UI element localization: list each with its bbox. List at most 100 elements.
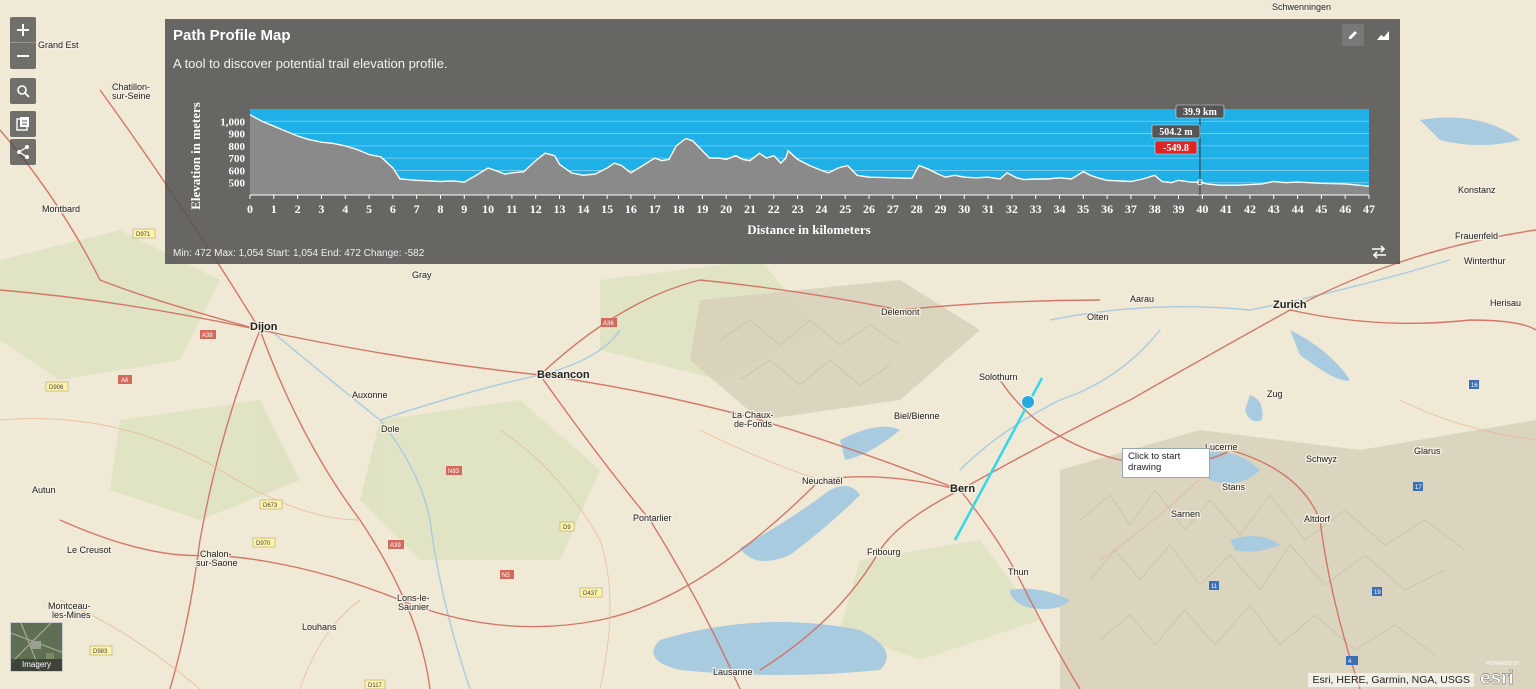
x-tick-label: 38 xyxy=(1149,202,1161,216)
x-tick-label: 24 xyxy=(815,202,827,216)
x-tick-label: 34 xyxy=(1053,202,1065,216)
panel-title: Path Profile Map xyxy=(173,27,291,44)
svg-text:19: 19 xyxy=(1374,590,1381,596)
svg-text:D117: D117 xyxy=(368,683,383,689)
svg-text:A36: A36 xyxy=(603,321,614,327)
x-tick-label: 0 xyxy=(247,202,253,216)
city-label: Zug xyxy=(1267,389,1283,399)
city-label: sur-Saone xyxy=(196,558,238,568)
city-label: Louhans xyxy=(302,622,337,632)
zoom-in-button[interactable] xyxy=(10,17,36,43)
city-label: Herisau xyxy=(1490,298,1521,308)
city-label: Frauenfeld xyxy=(1455,231,1498,241)
city-label: Besancon xyxy=(537,369,590,381)
flip-profile-button[interactable] xyxy=(1370,244,1388,260)
x-tick-label: 13 xyxy=(554,202,566,216)
search-button[interactable] xyxy=(10,78,36,104)
x-tick-label: 6 xyxy=(390,202,396,216)
x-tick-label: 9 xyxy=(461,202,467,216)
x-tick-label: 44 xyxy=(1292,202,1304,216)
x-tick-label: 4 xyxy=(342,202,348,216)
x-tick-label: 19 xyxy=(696,202,708,216)
x-tick-label: 31 xyxy=(982,202,994,216)
elevation-chart[interactable]: Elevation in meters Distance in kilomete… xyxy=(165,89,1400,239)
city-label: Pontarlier xyxy=(633,513,672,523)
city-label: Zurich xyxy=(1273,299,1307,311)
esri-wordmark: esri xyxy=(1480,668,1514,687)
panel-description: A tool to discover potential trail eleva… xyxy=(173,56,448,71)
svg-text:D9: D9 xyxy=(563,525,571,531)
city-label: Biel/Bienne xyxy=(894,411,940,421)
x-tick-label: 20 xyxy=(720,202,732,216)
cursor-change-badge: -549.8 xyxy=(1154,140,1198,155)
svg-text:17: 17 xyxy=(1415,485,1422,491)
y-tick-label: 700 xyxy=(229,153,246,165)
x-tick-label: 21 xyxy=(744,202,756,216)
tooltip-line-1: Click to start xyxy=(1128,451,1181,462)
x-tick-label: 11 xyxy=(506,202,517,216)
x-tick-label: 36 xyxy=(1101,202,1113,216)
x-tick-label: 18 xyxy=(673,202,685,216)
pencil-icon xyxy=(1349,31,1357,39)
x-tick-label: 32 xyxy=(1006,202,1018,216)
tooltip-line-2: drawing xyxy=(1128,462,1162,473)
city-label: Dole xyxy=(381,424,400,434)
svg-text:D983: D983 xyxy=(93,649,108,655)
x-tick-label: 17 xyxy=(649,202,661,216)
svg-text:39.9 km: 39.9 km xyxy=(1183,107,1218,118)
city-label: Dijon xyxy=(250,321,278,333)
x-tick-label: 15 xyxy=(601,202,613,216)
y-tick-label: 600 xyxy=(229,165,246,177)
svg-text:D906: D906 xyxy=(49,385,64,391)
basemap-toggle[interactable]: Imagery xyxy=(10,622,63,672)
x-tick-label: 14 xyxy=(577,202,589,216)
zoom-out-button[interactable] xyxy=(10,43,36,69)
city-label: Solothurn xyxy=(979,372,1018,382)
city-label: sur-Seine xyxy=(112,91,151,101)
svg-text:A39: A39 xyxy=(390,543,401,549)
x-tick-label: 25 xyxy=(839,202,851,216)
cursor-distance-badge: 39.9 km xyxy=(1175,104,1225,119)
share-icon xyxy=(17,145,29,159)
svg-text:-549.8: -549.8 xyxy=(1163,143,1189,154)
x-tick-label: 2 xyxy=(295,202,301,216)
svg-text:D971: D971 xyxy=(136,232,151,238)
x-tick-label: 47 xyxy=(1363,202,1375,216)
elevation-chart-icon xyxy=(1377,31,1389,40)
city-label: Autun xyxy=(32,485,56,495)
svg-text:11: 11 xyxy=(1211,584,1218,590)
share-button[interactable] xyxy=(10,139,36,165)
svg-text:D437: D437 xyxy=(583,591,598,597)
map-attribution[interactable]: Esri, HERE, Garmin, NGA, USGS xyxy=(1308,673,1474,687)
svg-text:A38: A38 xyxy=(202,333,213,339)
svg-text:A6: A6 xyxy=(121,378,129,384)
profile-panel: Path Profile Map A tool to discover pote… xyxy=(165,19,1400,264)
x-tick-label: 27 xyxy=(887,202,899,216)
svg-text:504.2 m: 504.2 m xyxy=(1159,127,1193,138)
y-tick-label: 500 xyxy=(229,178,246,190)
x-tick-label: 42 xyxy=(1244,202,1256,216)
x-axis-label: Distance in kilometers xyxy=(747,222,870,237)
city-label: Glarus xyxy=(1414,446,1441,456)
x-tick-label: 10 xyxy=(482,202,494,216)
x-tick-label: 43 xyxy=(1268,202,1280,216)
esri-logo[interactable]: POWERED BY esri xyxy=(1478,659,1530,687)
city-label: Altdorf xyxy=(1304,514,1331,524)
svg-text:N83: N83 xyxy=(448,469,460,475)
esri-powered-by: POWERED BY xyxy=(1486,661,1521,667)
cursor-elevation-badge: 504.2 m xyxy=(1151,124,1201,139)
city-label: Delemont xyxy=(881,307,920,317)
x-tick-label: 12 xyxy=(530,202,542,216)
x-tick-label: 23 xyxy=(792,202,804,216)
draw-path-button[interactable] xyxy=(1342,24,1364,46)
x-tick-label: 46 xyxy=(1339,202,1351,216)
x-tick-label: 8 xyxy=(437,202,443,216)
draw-tooltip: Click to start drawing xyxy=(1122,448,1210,478)
profile-statistics: Min: 472 Max: 1,054 Start: 1,054 End: 47… xyxy=(173,248,425,259)
toggle-profile-button[interactable] xyxy=(1372,24,1394,46)
search-icon xyxy=(17,85,30,98)
x-tick-label: 35 xyxy=(1077,202,1089,216)
basemap-gallery-button[interactable] xyxy=(10,111,36,137)
zoom-control xyxy=(10,17,36,69)
x-tick-label: 3 xyxy=(318,202,324,216)
